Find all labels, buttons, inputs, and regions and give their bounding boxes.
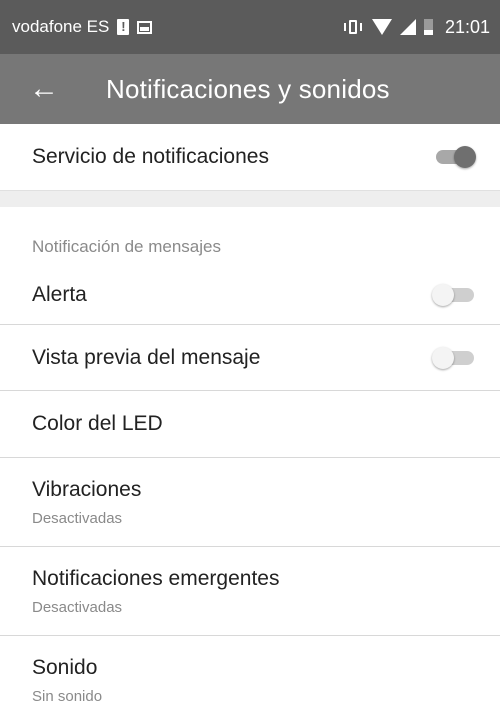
notification-service-toggle[interactable] bbox=[432, 142, 476, 172]
toggle-thumb bbox=[432, 346, 454, 369]
popup-notifications-label: Notificaciones emergentes bbox=[32, 566, 280, 590]
message-preview-row[interactable]: Vista previa del mensaje bbox=[0, 325, 500, 391]
arrow-left-icon: ← bbox=[29, 72, 59, 105]
toolbar: ← Notificaciones y sonidos bbox=[0, 54, 500, 124]
sound-value: Sin sonido bbox=[32, 688, 103, 705]
status-bar: vodafone ES ! 21:01 bbox=[0, 0, 500, 54]
toggle-thumb bbox=[432, 283, 454, 306]
settings-list: Servicio de notificaciones Notificación … bbox=[0, 124, 500, 725]
alert-icon: ! bbox=[117, 19, 130, 35]
wifi-icon bbox=[371, 19, 392, 35]
popup-notifications-row[interactable]: Notificaciones emergentes Desactivadas bbox=[0, 547, 500, 636]
page-title: Notificaciones y sonidos bbox=[106, 73, 390, 104]
message-preview-toggle[interactable] bbox=[432, 343, 476, 373]
vibration-value: Desactivadas bbox=[32, 509, 123, 527]
popup-notifications-value: Desactivadas bbox=[32, 598, 123, 616]
sound-row[interactable]: Sonido Sin sonido bbox=[0, 636, 500, 725]
vibration-label: Vibraciones bbox=[32, 477, 142, 501]
back-button[interactable]: ← bbox=[14, 59, 74, 119]
clock: 21:01 bbox=[444, 16, 490, 37]
section-header: Notificación de mensajes bbox=[32, 237, 221, 256]
notification-service-label: Servicio de notificaciones bbox=[32, 145, 269, 168]
signal-icon bbox=[399, 19, 416, 35]
sound-label: Sonido bbox=[32, 656, 98, 679]
vibrate-icon bbox=[342, 19, 364, 35]
led-color-row[interactable]: Color del LED bbox=[0, 391, 500, 458]
alert-label: Alerta bbox=[32, 282, 87, 306]
status-bar-left: vodafone ES ! bbox=[12, 17, 342, 37]
section-divider bbox=[0, 190, 500, 207]
image-icon bbox=[137, 20, 153, 34]
led-color-label: Color del LED bbox=[32, 412, 163, 435]
toggle-thumb bbox=[454, 146, 476, 168]
alert-row[interactable]: Alerta bbox=[0, 265, 500, 325]
battery-icon bbox=[423, 19, 433, 35]
message-preview-label: Vista previa del mensaje bbox=[32, 345, 261, 369]
alert-toggle[interactable] bbox=[432, 280, 476, 310]
status-bar-right: 21:01 bbox=[342, 17, 490, 38]
carrier-label: vodafone ES bbox=[12, 17, 110, 36]
vibration-row[interactable]: Vibraciones Desactivadas bbox=[0, 458, 500, 547]
notification-service-row[interactable]: Servicio de notificaciones bbox=[0, 124, 500, 190]
